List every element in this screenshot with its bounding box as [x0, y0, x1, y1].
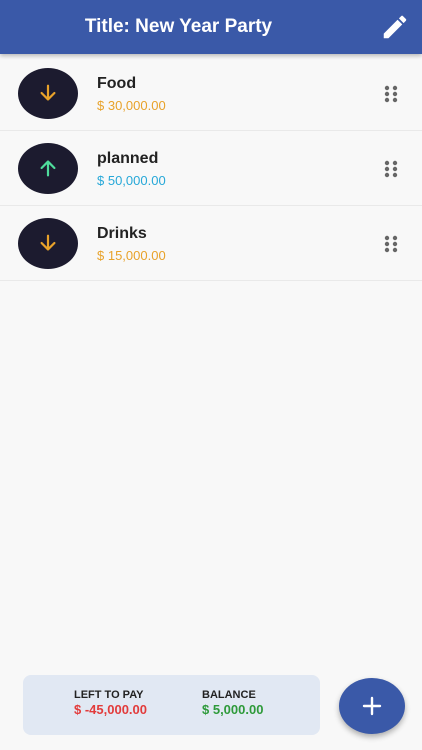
- left-to-pay-label: LEFT TO PAY: [74, 689, 144, 701]
- item-name: Food: [97, 75, 137, 92]
- item-amount: $ 30,000.00: [97, 98, 166, 113]
- balance-value: $ 5,000.00: [202, 702, 264, 717]
- plus-icon: [362, 696, 382, 716]
- arrow-up-icon: [40, 160, 56, 177]
- left-to-pay-value: $ -45,000.00: [74, 702, 148, 717]
- list-item[interactable]: Food $ 30,000.00: [0, 56, 422, 131]
- list-item[interactable]: Drinks $ 15,000.00: [0, 206, 422, 281]
- drag-handle-icon[interactable]: [383, 234, 399, 254]
- edit-title-button[interactable]: [380, 12, 410, 42]
- add-item-button[interactable]: [339, 678, 405, 734]
- drag-handle-icon[interactable]: [383, 84, 399, 104]
- arrow-down-icon: [40, 234, 56, 251]
- direction-badge: [18, 68, 78, 119]
- drag-handle-icon[interactable]: [383, 159, 399, 179]
- direction-badge: [18, 218, 78, 269]
- budget-item-list: Food $ 30,000.00 planned $ 50,000.00 Dri…: [0, 56, 422, 281]
- pencil-icon: [383, 15, 407, 39]
- item-amount: $ 50,000.00: [97, 173, 166, 188]
- balance-label: BALANCE: [202, 689, 256, 701]
- item-name: Drinks: [97, 225, 147, 242]
- app-bar: Title: New Year Party: [0, 0, 422, 54]
- direction-badge: [18, 143, 78, 194]
- arrow-down-icon: [40, 84, 56, 101]
- item-name: planned: [97, 150, 159, 167]
- page-title: Title: New Year Party: [84, 16, 273, 37]
- item-amount: $ 15,000.00: [97, 248, 166, 263]
- list-item[interactable]: planned $ 50,000.00: [0, 131, 422, 206]
- summary-card: LEFT TO PAY $ -45,000.00 BALANCE $ 5,000…: [23, 675, 320, 735]
